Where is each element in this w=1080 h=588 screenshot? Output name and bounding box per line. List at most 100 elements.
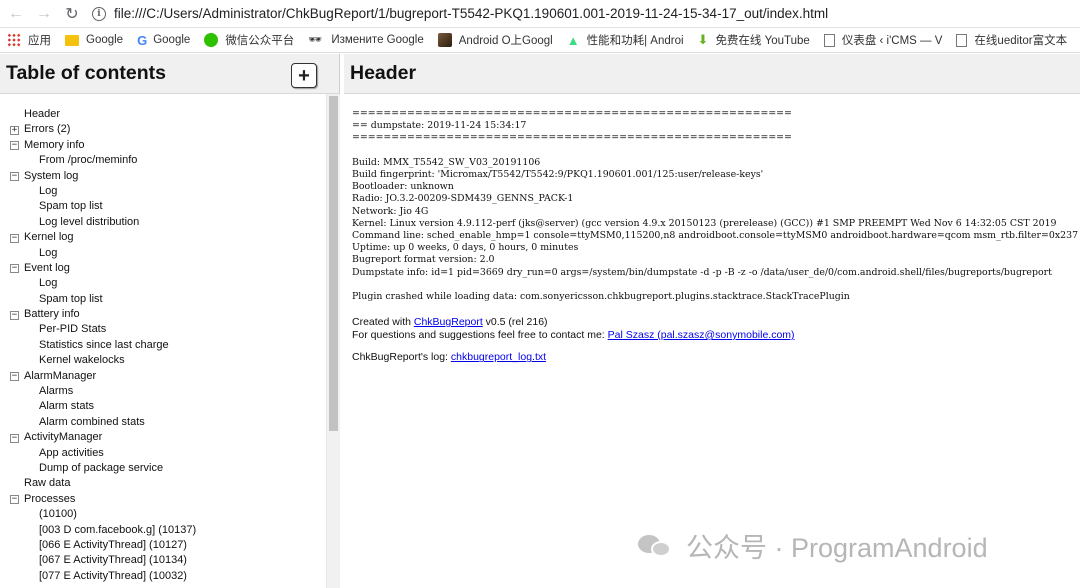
info-icon[interactable]: i — [92, 6, 106, 21]
toc-scrollbar[interactable] — [326, 94, 340, 588]
add-button[interactable]: + — [291, 63, 317, 88]
toc-item-label: Kernel log — [24, 231, 74, 244]
content-pane: Header =================================… — [344, 54, 1080, 588]
toc-item-label: Spam top list — [39, 200, 103, 213]
log-line: ChkBugReport's log: chkbugreport_log.txt — [352, 351, 1080, 364]
bookmark-item[interactable]: 应用 — [0, 28, 58, 52]
toc-item[interactable]: Log — [0, 184, 339, 199]
bookmark-item[interactable]: Android O上Googl — [431, 28, 560, 52]
toc-item-label: Alarm combined stats — [39, 415, 145, 428]
reload-icon[interactable]: ↻ — [60, 2, 84, 26]
toc-item-label: [003 D com.facebook.g] (10137) — [39, 523, 197, 536]
toc-item-label: [066 E ActivityThread] (10127) — [39, 538, 187, 551]
toc-item[interactable]: (10100) — [0, 507, 339, 522]
chkbugreport-link[interactable]: ChkBugReport — [414, 316, 483, 328]
collapse-icon[interactable]: − — [10, 310, 19, 320]
toc-item[interactable]: Header — [0, 107, 339, 122]
toc-item-label: Errors (2) — [24, 123, 71, 136]
toc-item[interactable]: − Processes — [0, 492, 339, 507]
toc-item[interactable]: Alarm combined stats — [0, 415, 339, 430]
bookmark-item[interactable]: ⬇ 免费在线 YouTube — [691, 28, 817, 52]
bookmark-label: Измените Google — [331, 34, 424, 46]
toc-item-label: Header — [24, 108, 61, 120]
bookmark-item[interactable]: G Google — [130, 28, 197, 52]
toc-item[interactable]: App activities — [0, 446, 339, 461]
toc-item-label: Statistics since last charge — [39, 338, 169, 351]
collapse-icon[interactable]: − — [10, 141, 19, 151]
watermark-text: 公众号 · ProgramAndroid — [686, 533, 988, 563]
forward-icon[interactable]: → — [32, 2, 56, 26]
bookmark-label: 性能和功耗| Androi — [586, 35, 684, 47]
toc-item[interactable]: Statistics since last charge — [0, 338, 339, 353]
toc-item-label: ActivityManager — [24, 431, 103, 444]
url-text[interactable]: file:///C:/Users/Administrator/ChkBugRep… — [114, 6, 828, 21]
toc-item[interactable]: − System log — [0, 169, 339, 184]
scrollbar-thumb[interactable] — [329, 96, 338, 431]
toc-item[interactable]: Alarm stats — [0, 399, 339, 414]
toc-item[interactable]: − Kernel log — [0, 230, 339, 245]
bookmark-item[interactable]: Google — [58, 28, 130, 52]
toc-item-label: Memory info — [24, 138, 85, 151]
wechat-watermark-icon — [638, 533, 672, 559]
toc-item[interactable]: Spam top list — [0, 292, 339, 307]
toc-item[interactable]: Dump of package service — [0, 461, 339, 476]
toc-item[interactable]: Log level distribution — [0, 215, 339, 230]
log-file-link[interactable]: chkbugreport_log.txt — [451, 351, 546, 363]
bookmark-item[interactable]: 仪表盘 ‹ i'CMS — V — [817, 28, 950, 52]
back-icon[interactable]: ← — [4, 2, 28, 26]
url-field[interactable]: i file:///C:/Users/Administrator/ChkBugR… — [92, 2, 1080, 26]
toc-item[interactable]: Log — [0, 276, 339, 291]
toc-item[interactable]: Spam top list — [0, 199, 339, 214]
toc-item[interactable]: − Event log — [0, 261, 339, 276]
toc-item-label: Per-PID Stats — [39, 323, 107, 336]
collapse-icon[interactable]: − — [10, 264, 19, 274]
watermark: 公众号 · ProgramAndroid — [638, 526, 988, 565]
toc-item-label: Log — [39, 277, 58, 290]
toc-item[interactable]: Kernel wakelocks — [0, 353, 339, 368]
collapse-icon[interactable]: − — [10, 433, 19, 443]
toc-item-label: Log — [39, 184, 58, 197]
bookmark-label: Google — [153, 34, 191, 46]
toc-item[interactable]: Log — [0, 246, 339, 261]
toc-item[interactable]: − AlarmManager — [0, 369, 339, 384]
address-bar: ← → ↻ i file:///C:/Users/Administrator/C… — [0, 0, 1080, 28]
toc-item[interactable]: Raw data — [0, 476, 339, 491]
toc-item[interactable]: − ActivityManager — [0, 430, 339, 445]
toc-item[interactable]: [003 D com.facebook.g] (10137) — [0, 523, 339, 538]
collapse-icon[interactable]: − — [10, 172, 19, 182]
contact-email-link[interactable]: Pal Szasz (pal.szasz@sonymobile.com) — [608, 329, 795, 341]
toc-item[interactable]: Per-PID Stats — [0, 322, 339, 337]
page-icon — [956, 33, 968, 47]
toc-item-label: App activities — [39, 446, 104, 459]
expand-icon[interactable]: + — [10, 125, 19, 135]
toc-item[interactable]: − Memory info — [0, 138, 339, 153]
bookmark-item[interactable]: ▲ 性能和功耗| Androi — [560, 28, 691, 52]
contact-line: For questions and suggestions feel free … — [352, 329, 1080, 342]
apps-icon — [7, 33, 21, 47]
bookmark-item[interactable]: 微信公众平台 — [197, 28, 301, 52]
toc-item[interactable]: [077 E ActivityThread] (10032) — [0, 569, 339, 584]
toc-item-label: Dump of package service — [39, 461, 164, 474]
toc-item[interactable]: [066 E ActivityThread] (10127) — [0, 538, 339, 553]
toc-pane: Table of contents + Header + Errors (2) − Me… — [0, 54, 340, 588]
toc-item-label: Alarm stats — [39, 400, 95, 413]
toc-item-label: Battery info — [24, 308, 80, 321]
bookmark-item[interactable]: 🕶 Измените Google — [301, 28, 430, 52]
toc-item-label: Event log — [24, 261, 70, 274]
google-icon: G — [137, 32, 148, 48]
bookmark-label: Android O上Googl — [458, 35, 553, 47]
bookmark-label: 微信公众平台 — [225, 35, 295, 47]
toc-item-label: System log — [24, 169, 79, 182]
bookmark-item[interactable]: 在线ueditor富文本 — [949, 28, 1074, 52]
toc-item[interactable]: + Errors (2) — [0, 122, 339, 137]
collapse-icon[interactable]: − — [10, 495, 19, 505]
toc-item[interactable]: − Battery info — [0, 307, 339, 322]
toc-item[interactable]: Alarms — [0, 384, 339, 399]
toc-list: Header + Errors (2) − Memory info From /proc/… — [0, 94, 339, 584]
created-suffix: v0.5 (rel 216) — [482, 316, 548, 329]
collapse-icon[interactable]: − — [10, 233, 19, 243]
toc-item-label: Log — [39, 246, 58, 259]
collapse-icon[interactable]: − — [10, 372, 19, 382]
toc-item[interactable]: [067 E ActivityThread] (10134) — [0, 553, 339, 568]
toc-item[interactable]: From /proc/meminfo — [0, 153, 339, 168]
